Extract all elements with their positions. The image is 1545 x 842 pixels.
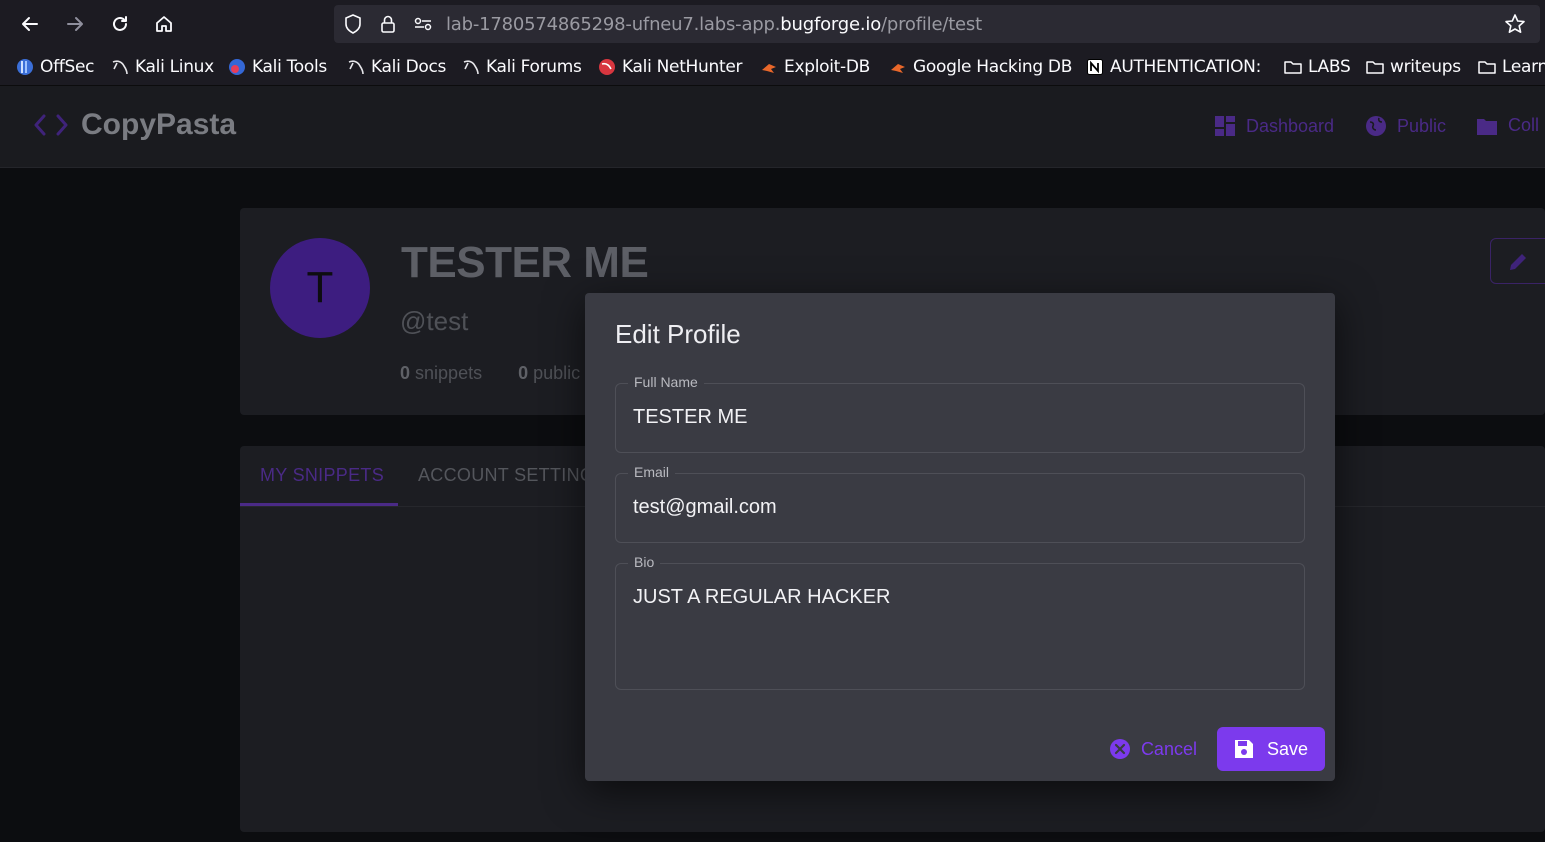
nav-dashboard[interactable]: Dashboard (1214, 115, 1334, 137)
active-tab-indicator (240, 503, 398, 506)
permissions-icon[interactable] (412, 13, 434, 35)
profile-name: TESTER ME (401, 238, 649, 287)
exploitdb-icon (889, 58, 907, 76)
notion-icon (1086, 58, 1104, 76)
bookmarks-bar: OffSec Kali Linux Kali Tools Kali Docs K… (0, 48, 1545, 86)
url-bar[interactable]: lab-1780574865298-ufneu7.labs-app.bugfor… (334, 5, 1540, 43)
bookmark-kali-docs[interactable]: Kali Docs (347, 56, 446, 78)
bookmark-offsec[interactable]: OffSec (16, 56, 94, 78)
full-name-label: Full Name (628, 374, 704, 390)
app-header: CopyPasta Dashboard Public Coll (0, 86, 1545, 168)
nav-public[interactable]: Public (1365, 115, 1446, 137)
offsec-icon (16, 58, 34, 76)
nav-collections[interactable]: Coll (1476, 115, 1539, 136)
bio-label: Bio (628, 554, 661, 570)
email-value[interactable]: test@gmail.com (633, 496, 777, 519)
avatar: T (270, 238, 370, 338)
logo-text: CopyPasta (81, 108, 237, 141)
nethunter-icon (598, 58, 616, 76)
lock-icon[interactable] (377, 13, 399, 35)
folder-icon (1366, 58, 1384, 76)
bookmark-google-hacking-db[interactable]: Google Hacking DB (889, 56, 1072, 78)
dialog-title: Edit Profile (615, 319, 741, 349)
tab-account-settings[interactable]: ACCOUNT SETTING (418, 465, 594, 486)
reload-icon[interactable] (105, 9, 135, 39)
folder-icon (1284, 58, 1302, 76)
forward-icon[interactable] (60, 9, 90, 39)
public-label: public (533, 363, 581, 383)
public-count: 0 (518, 363, 529, 383)
profile-stats: 0 snippets 0 public (400, 363, 580, 384)
email-label: Email (628, 464, 676, 480)
folder-icon (1477, 118, 1497, 135)
edit-profile-button[interactable] (1490, 238, 1545, 284)
kali-icon (462, 58, 480, 76)
tab-my-snippets[interactable]: MY SNIPPETS (260, 465, 384, 486)
url-text[interactable]: lab-1780574865298-ufneu7.labs-app.bugfor… (446, 14, 982, 35)
full-name-field[interactable]: Full Name TESTER ME (615, 374, 1305, 453)
bookmark-folder-learn[interactable]: Learn (1478, 56, 1545, 78)
dialog-actions: Cancel Save (1109, 727, 1325, 771)
edit-profile-dialog: Edit Profile Full Name TESTER ME Email t… (585, 293, 1335, 781)
kali-icon (111, 58, 129, 76)
save-icon (1234, 740, 1253, 758)
pencil-icon (1510, 254, 1526, 270)
bookmark-kali-nethunter[interactable]: Kali NetHunter (598, 56, 743, 78)
bookmark-exploit-db[interactable]: Exploit-DB (760, 56, 870, 78)
profile-handle: @test (400, 306, 469, 336)
bio-field[interactable]: Bio JUST A REGULAR HACKER (615, 554, 1305, 690)
dashboard-icon (1215, 116, 1235, 136)
home-icon[interactable] (149, 9, 179, 39)
bookmark-kali-forums[interactable]: Kali Forums (462, 56, 582, 78)
email-field[interactable]: Email test@gmail.com (615, 464, 1305, 543)
save-button[interactable]: Save (1216, 727, 1325, 771)
bio-value[interactable]: JUST A REGULAR HACKER (633, 586, 890, 609)
browser-toolbar: lab-1780574865298-ufneu7.labs-app.bugfor… (0, 0, 1545, 48)
bookmark-authentication[interactable]: AUTHENTICATION: (1086, 56, 1261, 78)
kali-icon (347, 58, 365, 76)
shield-icon[interactable] (342, 13, 364, 35)
close-circle-icon (1109, 739, 1130, 759)
cancel-button[interactable]: Cancel (1109, 730, 1197, 768)
bookmark-folder-labs[interactable]: LABS (1284, 56, 1351, 78)
exploitdb-icon (760, 58, 778, 76)
bookmark-star-icon[interactable] (1504, 13, 1526, 35)
bookmark-folder-writeups[interactable]: writeups (1366, 56, 1461, 78)
folder-icon (1478, 58, 1496, 76)
snippets-label: snippets (415, 363, 483, 383)
app-logo[interactable]: CopyPasta (33, 108, 236, 142)
bookmark-kali-tools[interactable]: Kali Tools (228, 56, 327, 78)
full-name-value[interactable]: TESTER ME (633, 406, 747, 429)
back-icon[interactable] (15, 9, 45, 39)
globe-icon (1366, 116, 1386, 136)
code-icon (34, 114, 68, 136)
kali-tools-icon (228, 58, 246, 76)
bookmark-kali-linux[interactable]: Kali Linux (111, 56, 214, 78)
snippets-count: 0 (400, 363, 411, 383)
